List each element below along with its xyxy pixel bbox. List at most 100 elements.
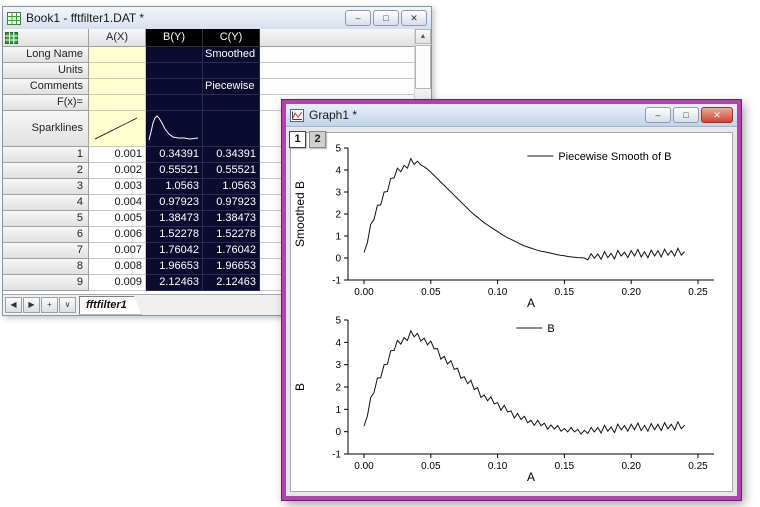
sparkline-cell-c[interactable] — [203, 111, 260, 147]
cell-b[interactable]: 1.0563 — [146, 179, 203, 195]
sheet-next-icon[interactable]: ▶ — [23, 297, 40, 313]
cell-a[interactable]: 0.001 — [89, 147, 146, 163]
row-header-units[interactable]: Units — [3, 63, 89, 79]
svg-text:A: A — [527, 296, 535, 310]
cell-c[interactable]: 0.55521 — [203, 163, 260, 179]
cell-b[interactable] — [146, 47, 203, 63]
cell-c[interactable]: 1.96653 — [203, 259, 260, 275]
layer-button-2[interactable]: 2 — [309, 131, 326, 148]
row-header-8[interactable]: 8 — [3, 259, 89, 275]
cell-c[interactable]: 0.97923 — [203, 195, 260, 211]
svg-text:0.00: 0.00 — [354, 287, 374, 298]
cell-c[interactable]: 2.12463 — [203, 275, 260, 291]
cell-c[interactable] — [203, 95, 260, 111]
cell-b[interactable] — [146, 79, 203, 95]
row-header-5[interactable]: 5 — [3, 211, 89, 227]
graph1-title: Graph1 * — [309, 108, 358, 122]
row-header-2[interactable]: 2 — [3, 163, 89, 179]
cell-a[interactable]: 0.002 — [89, 163, 146, 179]
row-header-comments[interactable]: Comments — [3, 79, 89, 95]
cell-b[interactable]: 1.76042 — [146, 243, 203, 259]
svg-text:0.10: 0.10 — [488, 461, 508, 472]
column-header-a[interactable]: A(X) — [89, 29, 146, 47]
svg-text:0: 0 — [335, 254, 341, 265]
svg-text:-1: -1 — [332, 276, 341, 287]
book1-titlebar[interactable]: Book1 - fftfilter1.DAT * – □ ✕ — [3, 7, 431, 30]
cell-b[interactable]: 1.52278 — [146, 227, 203, 243]
cell-c[interactable] — [203, 63, 260, 79]
svg-text:0.25: 0.25 — [688, 287, 708, 298]
cell-c[interactable]: Piecewise — [203, 79, 260, 95]
layer-button-1[interactable]: 1 — [289, 131, 306, 148]
book1-close-button[interactable]: ✕ — [401, 10, 427, 26]
cell-b[interactable]: 1.96653 — [146, 259, 203, 275]
b-plot[interactable]: 0.00 0.05 0.10 0.15 0.20 0.25 -1 0 1 2 3 4 5 B A B — [292, 312, 728, 484]
corner-cell[interactable] — [3, 29, 89, 47]
cell-b[interactable] — [146, 63, 203, 79]
cell-a[interactable]: 0.004 — [89, 195, 146, 211]
row-header-9[interactable]: 9 — [3, 275, 89, 291]
cell-b[interactable]: 0.34391 — [146, 147, 203, 163]
svg-text:5: 5 — [335, 316, 341, 327]
cell-a[interactable] — [89, 63, 146, 79]
add-sheet-icon[interactable]: + — [41, 297, 58, 313]
graph1-window: Graph1 * – □ ✕ 1 2 0.00 0.05 0.10 0.15 0.20 0… — [282, 100, 741, 500]
empty-cell — [260, 63, 431, 79]
book1-minimize-button[interactable]: – — [345, 10, 371, 26]
cell-c[interactable]: 0.34391 — [203, 147, 260, 163]
cell-c[interactable]: 1.38473 — [203, 211, 260, 227]
svg-text:Smoothed B: Smoothed B — [293, 181, 307, 247]
cell-c[interactable]: 1.0563 — [203, 179, 260, 195]
cell-a[interactable] — [89, 79, 146, 95]
sparkline-cell-b[interactable] — [146, 111, 203, 147]
svg-text:1: 1 — [335, 405, 341, 416]
scrollbar-thumb[interactable] — [415, 45, 431, 89]
sheet-list-icon[interactable]: ∨ — [59, 297, 76, 313]
scroll-up-icon[interactable]: ▲ — [415, 29, 431, 44]
cell-a[interactable]: 0.007 — [89, 243, 146, 259]
cell-c[interactable]: 1.52278 — [203, 227, 260, 243]
row-header-sparklines[interactable]: Sparklines — [3, 111, 89, 147]
cell-c[interactable]: Smoothed — [203, 47, 260, 63]
svg-text:3: 3 — [335, 360, 341, 371]
cell-a[interactable] — [89, 47, 146, 63]
svg-text:0.15: 0.15 — [555, 461, 575, 472]
cell-a[interactable]: 0.008 — [89, 259, 146, 275]
cell-c[interactable]: 1.76042 — [203, 243, 260, 259]
cell-a[interactable]: 0.009 — [89, 275, 146, 291]
empty-cell — [260, 47, 431, 63]
sheet-prev-icon[interactable]: ◀ — [5, 297, 22, 313]
cell-a[interactable]: 0.003 — [89, 179, 146, 195]
graph1-minimize-button[interactable]: – — [645, 107, 671, 123]
cell-b[interactable]: 2.12463 — [146, 275, 203, 291]
sparkline-cell-a[interactable] — [89, 111, 146, 147]
row-header-1[interactable]: 1 — [3, 147, 89, 163]
cell-a[interactable] — [89, 95, 146, 111]
row-header-4[interactable]: 4 — [3, 195, 89, 211]
graph1-maximize-button[interactable]: □ — [673, 107, 699, 123]
row-header-6[interactable]: 6 — [3, 227, 89, 243]
cell-a[interactable]: 0.005 — [89, 211, 146, 227]
svg-text:5: 5 — [335, 144, 341, 155]
svg-text:-1: -1 — [332, 450, 341, 461]
graph1-close-button[interactable]: ✕ — [701, 107, 733, 123]
graph1-titlebar[interactable]: Graph1 * – □ ✕ — [286, 104, 737, 127]
svg-text:4: 4 — [335, 166, 341, 177]
row-header-long-name[interactable]: Long Name — [3, 47, 89, 63]
cell-b[interactable]: 0.97923 — [146, 195, 203, 211]
column-header-b[interactable]: B(Y) — [146, 29, 203, 47]
book1-maximize-button[interactable]: □ — [373, 10, 399, 26]
cell-b[interactable]: 0.55521 — [146, 163, 203, 179]
sheet-tab-fftfilter1[interactable]: fftfilter1 — [79, 296, 142, 315]
svg-text:0.20: 0.20 — [621, 461, 641, 472]
row-header-3[interactable]: 3 — [3, 179, 89, 195]
row-header-f-x-[interactable]: F(x)= — [3, 95, 89, 111]
cell-b[interactable] — [146, 95, 203, 111]
column-header-c[interactable]: C(Y) — [203, 29, 260, 47]
cell-b[interactable]: 1.38473 — [146, 211, 203, 227]
smoothed-b-plot[interactable]: 0.00 0.05 0.10 0.15 0.20 0.25 -1 0 1 2 3 4 5 Piecewis… — [292, 140, 728, 310]
worksheet-window-icon — [7, 11, 21, 25]
header-filler — [260, 29, 431, 47]
cell-a[interactable]: 0.006 — [89, 227, 146, 243]
row-header-7[interactable]: 7 — [3, 243, 89, 259]
